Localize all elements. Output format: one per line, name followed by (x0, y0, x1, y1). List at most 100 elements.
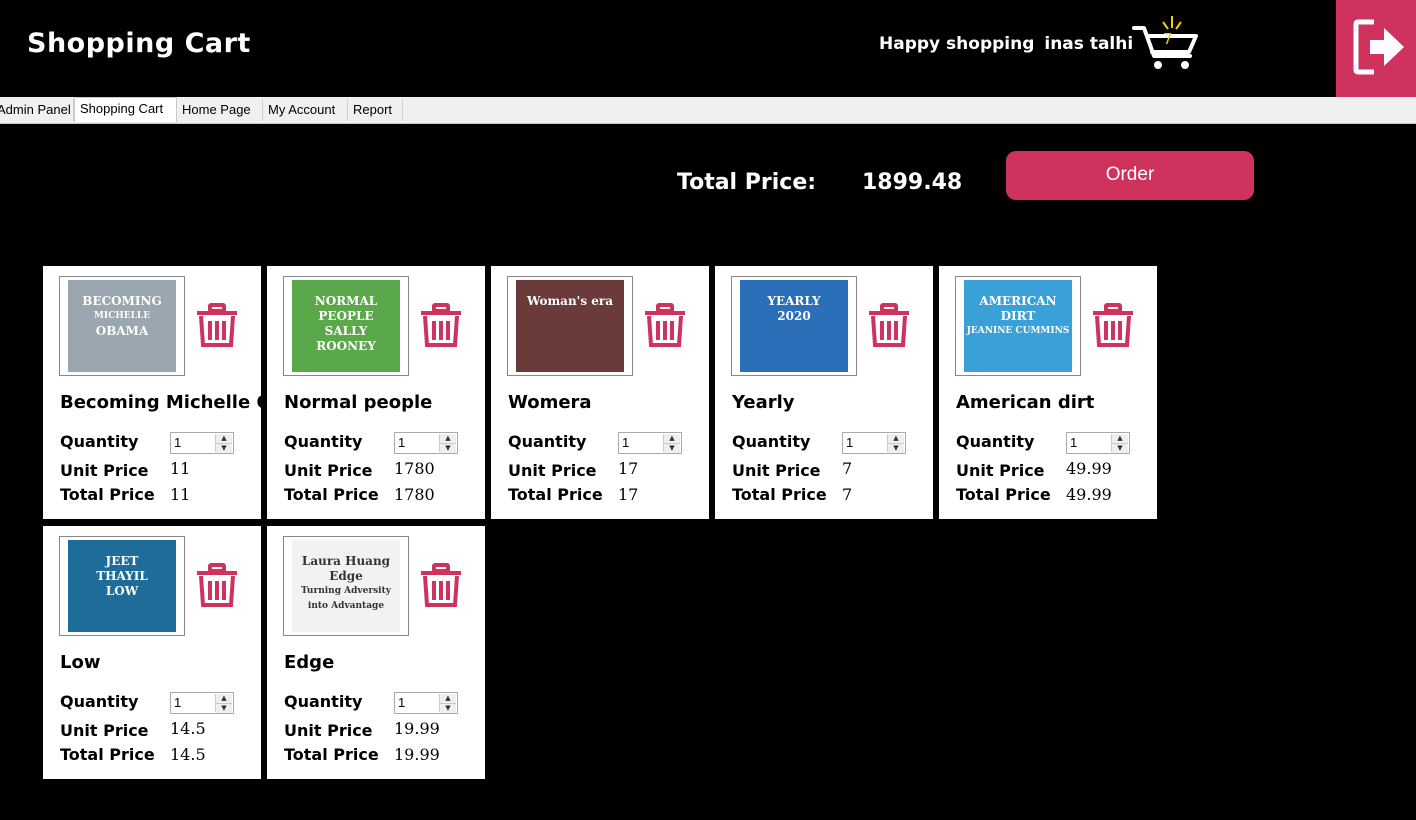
item-total-price-label: Total Price (60, 745, 155, 764)
cover-text: OBAMA (95, 324, 149, 338)
unit-price-label: Unit Price (60, 461, 149, 480)
quantity-value: 1 (846, 435, 854, 450)
quantity-value: 1 (174, 435, 182, 450)
item-total-price-label: Total Price (956, 485, 1051, 504)
quantity-label: Quantity (284, 432, 363, 451)
quantity-value: 1 (174, 695, 182, 710)
increment-button[interactable]: ▲ (440, 694, 456, 703)
cart-item-card: JEET THAYIL LOW Low Quantity 1 ▲ ▼ Unit Price 14.… (43, 526, 261, 779)
item-title: Yearly (732, 392, 795, 413)
quantity-value: 1 (398, 695, 406, 710)
delete-item-button[interactable] (641, 302, 689, 348)
quantity-stepper[interactable]: 1 ▲ ▼ (1066, 432, 1130, 454)
quantity-stepper[interactable]: 1 ▲ ▼ (618, 432, 682, 454)
unit-price-value: 7 (842, 459, 853, 478)
increment-button[interactable]: ▲ (216, 434, 232, 443)
logout-button[interactable] (1336, 0, 1416, 97)
delete-item-button[interactable] (193, 562, 241, 608)
quantity-value: 1 (1070, 435, 1078, 450)
app-header: Shopping Cart Happy shopping inas talhi 7 (0, 0, 1416, 97)
unit-price-value: 49.99 (1066, 459, 1112, 478)
item-total-price-value: 1780 (394, 485, 435, 504)
cart-item-card: Laura Huang Edge Turning Adversity into Adv… (267, 526, 485, 779)
order-button[interactable]: Order (1006, 151, 1254, 200)
quantity-label: Quantity (956, 432, 1035, 451)
decrement-button[interactable]: ▼ (216, 443, 232, 453)
item-title: Becoming Michelle Obama (60, 392, 261, 413)
unit-price-value: 17 (618, 459, 639, 478)
unit-price-label: Unit Price (60, 721, 149, 740)
item-total-price-label: Total Price (284, 485, 379, 504)
delete-item-button[interactable] (417, 562, 465, 608)
user-name: inas talhi (1044, 34, 1134, 54)
cover-text: THAYIL (96, 569, 148, 583)
cover-text: DIRT (1000, 309, 1036, 323)
quantity-label: Quantity (60, 432, 139, 451)
decrement-button[interactable]: ▼ (440, 443, 456, 453)
delete-item-button[interactable] (417, 302, 465, 348)
decrement-button[interactable]: ▼ (888, 443, 904, 453)
increment-button[interactable]: ▲ (1112, 434, 1128, 443)
tab-shopping-cart[interactable]: Shopping Cart (74, 97, 177, 122)
trash-icon (193, 563, 241, 612)
greeting: Happy shopping inas talhi (879, 34, 1133, 54)
quantity-stepper[interactable]: 1 ▲ ▼ (170, 692, 234, 714)
decrement-button[interactable]: ▼ (440, 703, 456, 713)
tab-home-page[interactable]: Home Page (177, 99, 263, 121)
unit-price-value: 19.99 (394, 719, 440, 738)
item-title: Low (60, 652, 101, 673)
quantity-stepper[interactable]: 1 ▲ ▼ (842, 432, 906, 454)
tab-my-account[interactable]: My Account (263, 99, 348, 121)
app-title: Shopping Cart (27, 28, 251, 59)
tab-admin-panel[interactable]: Admin Panel (0, 99, 74, 121)
decrement-button[interactable]: ▼ (216, 703, 232, 713)
unit-price-label: Unit Price (508, 461, 597, 480)
item-total-price-value: 49.99 (1066, 485, 1112, 504)
greeting-text: Happy shopping (879, 34, 1035, 54)
cover-text: into Advantage (307, 601, 385, 611)
trash-icon (417, 303, 465, 352)
logout-icon (1353, 19, 1404, 75)
delete-item-button[interactable] (1089, 302, 1137, 348)
unit-price-value: 11 (170, 459, 191, 478)
cover-text: ROONEY (316, 339, 376, 353)
quantity-stepper[interactable]: 1 ▲ ▼ (394, 692, 458, 714)
tab-report[interactable]: Report (348, 99, 403, 121)
item-title: Edge (284, 652, 335, 673)
delete-item-button[interactable] (865, 302, 913, 348)
total-price-label: Total Price: (677, 170, 817, 195)
item-total-price-value: 11 (170, 485, 191, 504)
decrement-button[interactable]: ▼ (664, 443, 680, 453)
unit-price-label: Unit Price (956, 461, 1045, 480)
quantity-value: 1 (622, 435, 630, 450)
quantity-label: Quantity (284, 692, 363, 711)
cover-text: 2020 (777, 309, 811, 323)
item-total-price-label: Total Price (60, 485, 155, 504)
quantity-label: Quantity (508, 432, 587, 451)
total-price-value: 1899.48 (862, 170, 963, 195)
item-total-price-label: Total Price (508, 485, 603, 504)
trash-icon (641, 303, 689, 352)
delete-item-button[interactable] (193, 302, 241, 348)
increment-button[interactable]: ▲ (440, 434, 456, 443)
quantity-stepper[interactable]: 1 ▲ ▼ (394, 432, 458, 454)
cover-text: LOW (105, 584, 139, 598)
increment-button[interactable]: ▲ (664, 434, 680, 443)
increment-button[interactable]: ▲ (216, 694, 232, 703)
cover-text: Edge (329, 569, 363, 583)
trash-icon (193, 303, 241, 352)
item-total-price-value: 17 (618, 485, 639, 504)
book-cover-image: JEET THAYIL LOW (59, 536, 185, 636)
unit-price-label: Unit Price (284, 721, 373, 740)
quantity-stepper[interactable]: 1 ▲ ▼ (170, 432, 234, 454)
book-cover-image: BECOMING MICHELLE OBAMA (59, 276, 185, 376)
quantity-value: 1 (398, 435, 406, 450)
cart-item-card: AMERICAN DIRT JEANINE CUMMINS American dirt… (939, 266, 1157, 519)
item-total-price-value: 7 (842, 485, 853, 504)
decrement-button[interactable]: ▼ (1112, 443, 1128, 453)
cover-text: PEOPLE (318, 309, 374, 323)
cover-text: AMERICAN (979, 294, 1057, 308)
cart-item-card: BECOMING MICHELLE OBAMA Becoming Michelle O… (43, 266, 261, 519)
increment-button[interactable]: ▲ (888, 434, 904, 443)
unit-price-label: Unit Price (732, 461, 821, 480)
